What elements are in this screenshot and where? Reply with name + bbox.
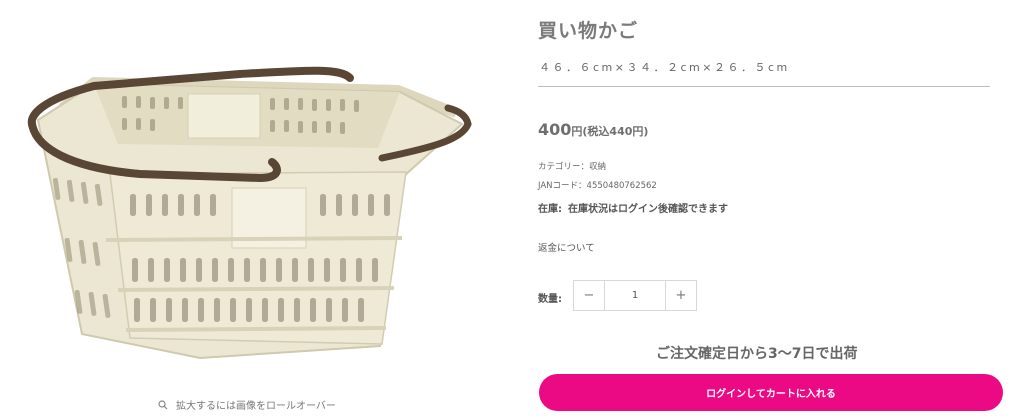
stock-label: 在庫: bbox=[538, 204, 562, 215]
price-tax-included: (税込440円) bbox=[582, 125, 649, 138]
product-size: ４６．６cm×３４．２cm×２６．５cm bbox=[539, 61, 790, 74]
price-unit: 円 bbox=[571, 125, 583, 138]
quantity-stepper: − + bbox=[573, 280, 697, 311]
quantity-decrement-button[interactable]: − bbox=[574, 281, 605, 310]
login-add-to-cart-button[interactable]: ログインしてカートに入れる bbox=[539, 374, 1003, 411]
divider bbox=[538, 86, 990, 87]
quantity-increment-button[interactable]: + bbox=[665, 281, 696, 310]
search-icon bbox=[158, 399, 168, 409]
product-category: カテゴリー：収納 bbox=[538, 162, 607, 172]
product-title: 買い物かご bbox=[538, 20, 639, 42]
stock-status: 在庫: 在庫状況はログイン後確認できます bbox=[538, 200, 728, 215]
product-image-basket[interactable] bbox=[10, 28, 490, 368]
product-info-column: 買い物かご ４６．６cm×３４．２cm×２６．５cm 400円(税込440円) … bbox=[538, 0, 1004, 417]
stock-text: 在庫状況はログイン後確認できます bbox=[568, 204, 728, 215]
quantity-input[interactable] bbox=[605, 281, 665, 310]
product-image-column: 拡大するには画像をロールオーバー bbox=[0, 0, 500, 417]
product-jan-code: JANコード：4550480762562 bbox=[538, 181, 657, 191]
quantity-label: 数量: bbox=[538, 294, 562, 305]
product-price: 400円(税込440円) bbox=[538, 120, 648, 139]
refund-link[interactable]: 返金について bbox=[538, 240, 595, 254]
price-value: 400 bbox=[538, 120, 572, 139]
shipping-note: ご注文確定日から3〜7日で出荷 bbox=[656, 346, 858, 362]
zoom-hint: 拡大するには画像をロールオーバー bbox=[158, 397, 336, 412]
zoom-hint-text: 拡大するには画像をロールオーバー bbox=[176, 401, 336, 412]
